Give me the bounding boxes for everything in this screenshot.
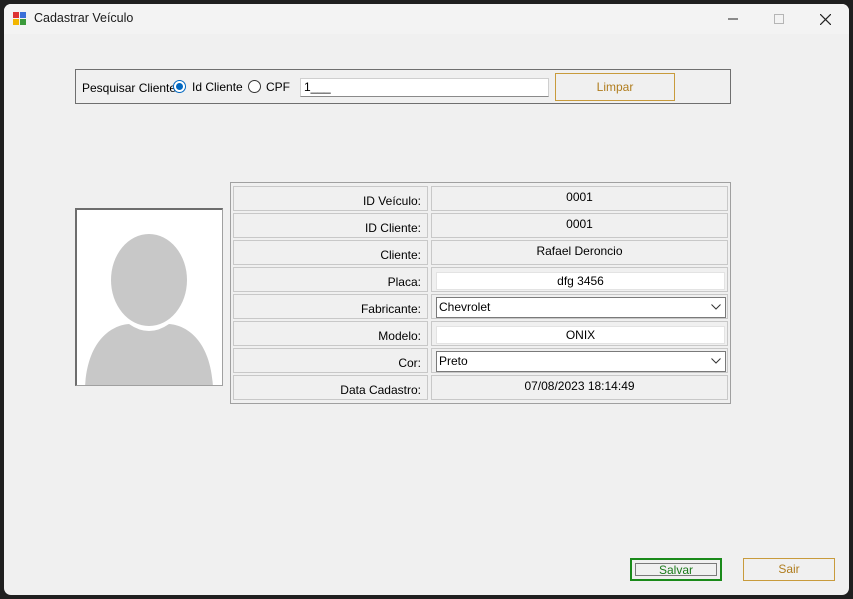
client-photo [75,208,223,386]
label-cell: Fabricante: [233,294,428,319]
value-cell: dfg 3456 [431,267,728,292]
id-veiculo-value: 0001 [566,190,593,204]
cliente-value: Rafael Deroncio [536,244,623,258]
radio-id-cliente-label[interactable]: Id Cliente [192,80,243,94]
id-cliente-value: 0001 [566,217,593,231]
row-data-cadastro: Data Cadastro: 07/08/2023 18:14:49 [233,375,728,400]
close-icon [820,14,831,25]
maximize-button[interactable] [756,4,802,34]
close-button[interactable] [802,4,848,34]
vehicle-details-grid: ID Veículo: 0001 ID Cliente: 0001 Client… [230,182,731,404]
cor-select[interactable]: Preto [436,351,726,372]
label-cell: Modelo: [233,321,428,346]
label-cell: Cor: [233,348,428,373]
clear-button[interactable]: Limpar [555,73,675,101]
label-cell: Placa: [233,267,428,292]
fabricante-select[interactable]: Chevrolet [436,297,726,318]
minimize-button[interactable] [710,4,756,34]
placa-label: Placa: [387,275,421,289]
cor-selected-value: Preto [439,354,468,368]
user-silhouette-icon [85,234,213,385]
fabricante-label: Fabricante: [360,302,421,316]
value-cell: Chevrolet [431,294,728,319]
id-cliente-label: ID Cliente: [364,221,421,235]
maximize-icon [774,14,784,24]
row-placa: Placa: dfg 3456 [233,267,728,292]
app-icon [13,12,27,26]
data-cadastro-value: 07/08/2023 18:14:49 [524,379,635,393]
value-cell: 0001 [431,186,728,211]
save-button-label: Salvar [635,563,717,576]
modelo-input[interactable]: ONIX [436,326,725,344]
label-cell: Data Cadastro: [233,375,428,400]
cliente-label: Cliente: [380,248,421,262]
value-cell: Rafael Deroncio [431,240,728,265]
radio-id-cliente[interactable] [173,80,186,93]
save-button[interactable]: Salvar [630,558,722,581]
fabricante-selected-value: Chevrolet [439,300,491,314]
search-input[interactable]: 1___ [300,78,549,97]
label-cell: ID Cliente: [233,213,428,238]
modelo-label: Modelo: [378,329,421,343]
chevron-down-icon [711,304,721,310]
title-bar: Cadastrar Veículo [4,4,849,34]
window-title: Cadastrar Veículo [34,11,134,25]
row-id-cliente: ID Cliente: 0001 [233,213,728,238]
value-cell: 07/08/2023 18:14:49 [431,375,728,400]
cadastrar-veiculo-window: Cadastrar Veículo Pesquisar Cliente Id C… [4,4,849,595]
radio-cpf-label[interactable]: CPF [266,80,290,94]
chevron-down-icon [711,358,721,364]
row-cliente: Cliente: Rafael Deroncio [233,240,728,265]
cor-label: Cor: [398,356,421,370]
row-cor: Cor: Preto [233,348,728,373]
value-cell: Preto [431,348,728,373]
row-modelo: Modelo: ONIX [233,321,728,346]
minimize-icon [728,18,738,20]
label-cell: Cliente: [233,240,428,265]
row-fabricante: Fabricante: Chevrolet [233,294,728,319]
value-cell: 0001 [431,213,728,238]
row-id-veiculo: ID Veículo: 0001 [233,186,728,211]
id-veiculo-label: ID Veículo: [362,194,421,208]
placa-input[interactable]: dfg 3456 [436,272,725,290]
value-cell: ONIX [431,321,728,346]
label-cell: ID Veículo: [233,186,428,211]
data-cadastro-label: Data Cadastro: [340,383,421,397]
search-client-label: Pesquisar Cliente [82,81,177,95]
radio-cpf[interactable] [248,80,261,93]
search-client-panel: Pesquisar Cliente Id Cliente CPF 1___ Li… [75,69,731,104]
exit-button[interactable]: Sair [743,558,835,581]
